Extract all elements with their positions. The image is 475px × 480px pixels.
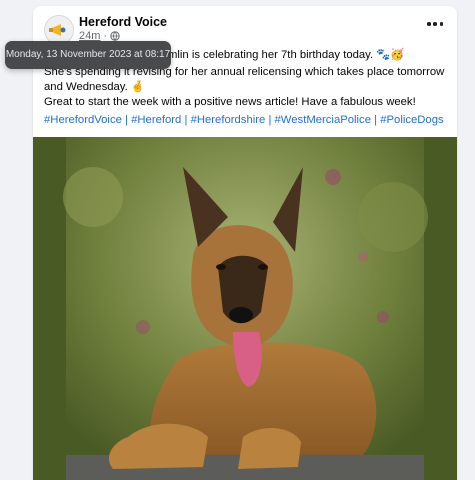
post-text-line-2: She's spending it revising for her annua…: [44, 66, 445, 93]
post-card: Hereford Voice 24m · mlin is celebrating…: [33, 6, 457, 480]
page-name[interactable]: Hereford Voice: [79, 15, 167, 29]
hashtag-separator: |: [125, 114, 128, 126]
post-text-line-3: Great to start the week with a positive …: [44, 96, 416, 108]
more-options-icon[interactable]: [427, 20, 443, 28]
megaphone-logo-icon: [45, 16, 73, 44]
hashtag-policedogs[interactable]: #PoliceDogs: [380, 114, 443, 126]
post-photo[interactable]: [33, 137, 457, 480]
hashtag-separator: |: [268, 114, 272, 126]
hashtag-separator: |: [374, 114, 378, 126]
post-header: Hereford Voice 24m ·: [33, 6, 457, 46]
police-dog-photo: [33, 137, 457, 480]
hashtag-herefordvoice[interactable]: #HerefordVoice: [44, 114, 122, 126]
globe-icon[interactable]: [110, 31, 120, 41]
hashtag-herefordshire[interactable]: #Herefordshire: [191, 114, 266, 126]
timestamp-tooltip: Monday, 13 November 2023 at 08:17: [5, 41, 171, 69]
hashtag-separator: |: [184, 114, 188, 126]
post-text-line-1-content: mlin is celebrating her 7th birthday tod…: [168, 49, 405, 61]
hashtag-hereford[interactable]: #Hereford: [131, 114, 181, 126]
hashtag-westmerciapolice[interactable]: #WestMerciaPolice: [275, 114, 371, 126]
hashtag-list: #HerefordVoice | #Hereford | #Herefordsh…: [44, 113, 452, 128]
